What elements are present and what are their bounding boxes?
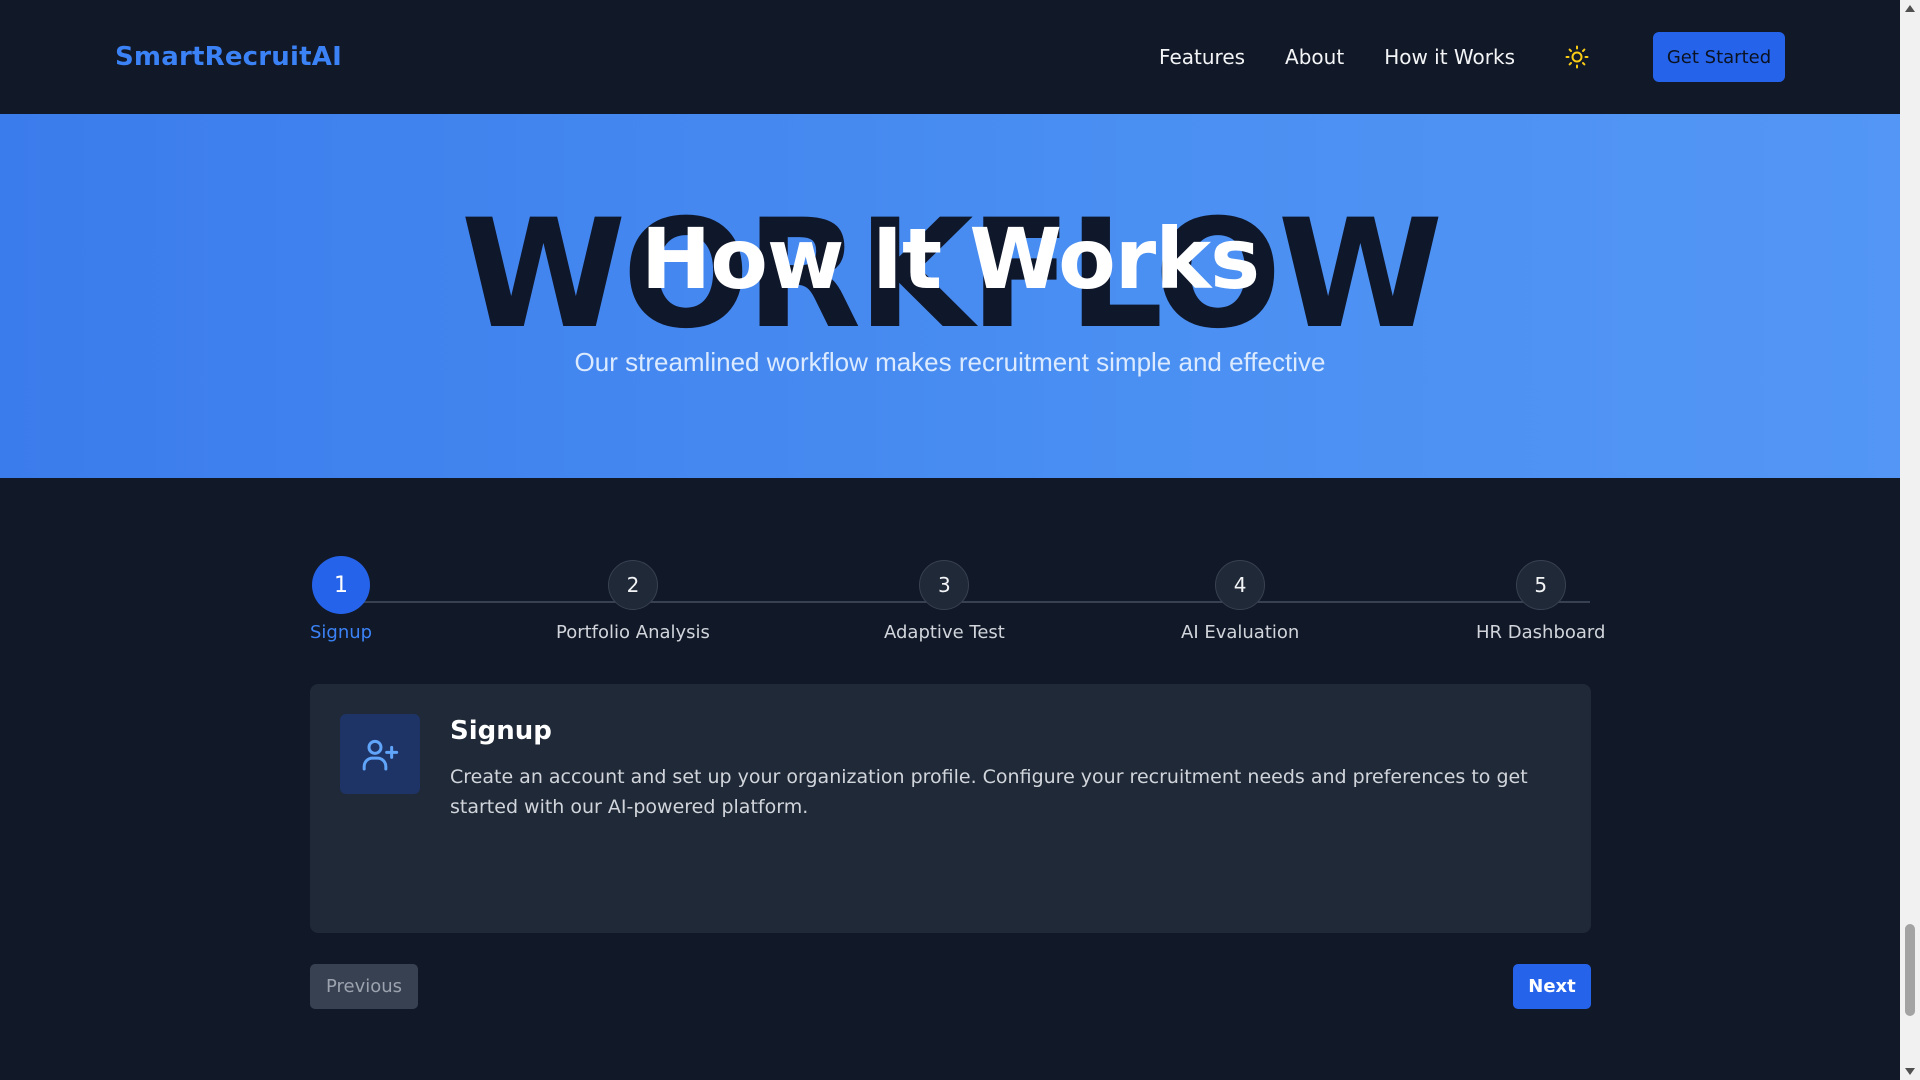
page-scrollbar[interactable]	[1900, 0, 1920, 1080]
step-label: HR Dashboard	[1476, 622, 1606, 643]
page-title: How It Works	[640, 210, 1260, 308]
hero-section: WORKFLOW How It Works Our streamlined wo…	[0, 114, 1900, 478]
navbar: SmartRecruitAI Features About How it Wor…	[0, 0, 1900, 114]
step-number: 5	[1515, 560, 1566, 610]
card-body: Signup Create an account and set up your…	[450, 714, 1560, 903]
hero-subtitle: Our streamlined workflow makes recruitme…	[574, 347, 1326, 377]
sun-icon	[1565, 45, 1589, 69]
step-label: Signup	[310, 622, 373, 643]
step-adaptive-test[interactable]: 3 Adaptive Test	[884, 556, 1005, 643]
user-plus-icon	[362, 739, 399, 771]
step-ai-evaluation[interactable]: 4 AI Evaluation	[1181, 556, 1299, 643]
step-portfolio-analysis[interactable]: 2 Portfolio Analysis	[556, 556, 710, 643]
step-label: AI Evaluation	[1181, 622, 1300, 643]
step-label: Adaptive Test	[884, 622, 1005, 643]
step-number: 4	[1215, 560, 1266, 610]
brand-logo[interactable]: SmartRecruitAI	[115, 42, 342, 72]
scroll-up-arrow-icon[interactable]	[1905, 5, 1915, 12]
step-label: Portfolio Analysis	[556, 622, 710, 643]
step-signup[interactable]: 1 Signup	[310, 556, 372, 643]
workflow-stepper: 1 Signup 2 Portfolio Analysis 3 Adaptive…	[310, 556, 1605, 646]
scrollbar-thumb[interactable]	[1905, 924, 1915, 1016]
theme-toggle-button[interactable]	[1563, 43, 1591, 71]
card-title: Signup	[450, 716, 552, 746]
step-number: 2	[607, 560, 658, 610]
step-hr-dashboard[interactable]: 5 HR Dashboard	[1476, 556, 1605, 643]
step-icon-box	[340, 714, 420, 794]
step-detail-card: Signup Create an account and set up your…	[310, 684, 1591, 933]
get-started-button[interactable]: Get Started	[1653, 32, 1785, 82]
nav-menu: Features About How it Works Get Started	[1159, 32, 1785, 82]
step-number: 1	[312, 556, 371, 614]
next-button[interactable]: Next	[1513, 964, 1591, 1009]
card-description: Create an account and set up your organi…	[450, 766, 1528, 818]
nav-link-how-it-works[interactable]: How it Works	[1384, 45, 1515, 69]
previous-button[interactable]: Previous	[310, 964, 418, 1009]
nav-link-features[interactable]: Features	[1159, 45, 1245, 69]
scroll-down-arrow-icon[interactable]	[1905, 1068, 1915, 1075]
step-number: 3	[919, 560, 970, 610]
nav-link-about[interactable]: About	[1285, 45, 1344, 69]
